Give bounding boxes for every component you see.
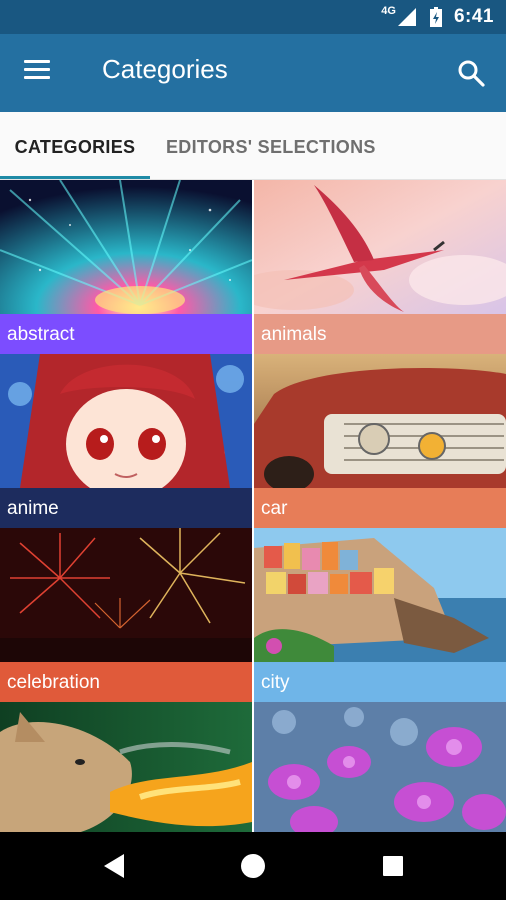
clock: 6:41 xyxy=(453,6,494,27)
signal-icon xyxy=(397,8,416,26)
car-thumbnail xyxy=(254,354,506,488)
category-tile-city[interactable]: city xyxy=(254,528,506,702)
category-label: abstract xyxy=(0,314,252,354)
category-label: car xyxy=(254,488,506,528)
category-tile-partial-1[interactable] xyxy=(0,702,252,832)
category-tile-car[interactable]: car xyxy=(254,354,506,528)
tab-editors-selections[interactable]: EDITORS' SELECTIONS xyxy=(166,112,376,178)
overview-icon[interactable] xyxy=(375,848,411,884)
flower-thumbnail xyxy=(254,702,506,832)
anime-thumbnail xyxy=(0,354,252,488)
navigation-bar xyxy=(0,832,506,900)
category-grid: abstract animals anime car celebration c… xyxy=(0,180,506,832)
category-tile-partial-2[interactable] xyxy=(254,702,506,832)
category-label: celebration xyxy=(0,662,252,702)
city-thumbnail xyxy=(254,528,506,662)
tab-bar: CATEGORIES EDITORS' SELECTIONS xyxy=(0,112,506,180)
category-label: animals xyxy=(254,314,506,354)
abstract-thumbnail xyxy=(0,180,252,314)
animals-thumbnail xyxy=(254,180,506,314)
status-bar: 4G 6:41 xyxy=(0,0,506,34)
network-type: 4G xyxy=(381,5,396,17)
page-title: Categories xyxy=(102,54,228,84)
tab-indicator xyxy=(0,176,150,179)
category-tile-anime[interactable]: anime xyxy=(0,354,252,528)
cat-thumbnail xyxy=(0,702,252,832)
tab-categories[interactable]: CATEGORIES xyxy=(0,112,150,178)
app-bar: Categories xyxy=(0,34,506,112)
search-icon[interactable] xyxy=(456,58,486,88)
home-icon[interactable] xyxy=(235,848,271,884)
menu-icon[interactable] xyxy=(24,60,54,84)
category-label: city xyxy=(254,662,506,702)
category-label: anime xyxy=(0,488,252,528)
celebration-thumbnail xyxy=(0,528,252,662)
category-tile-celebration[interactable]: celebration xyxy=(0,528,252,702)
back-icon[interactable] xyxy=(98,848,134,884)
category-tile-abstract[interactable]: abstract xyxy=(0,180,252,354)
category-tile-animals[interactable]: animals xyxy=(254,180,506,354)
battery-icon xyxy=(429,7,442,27)
